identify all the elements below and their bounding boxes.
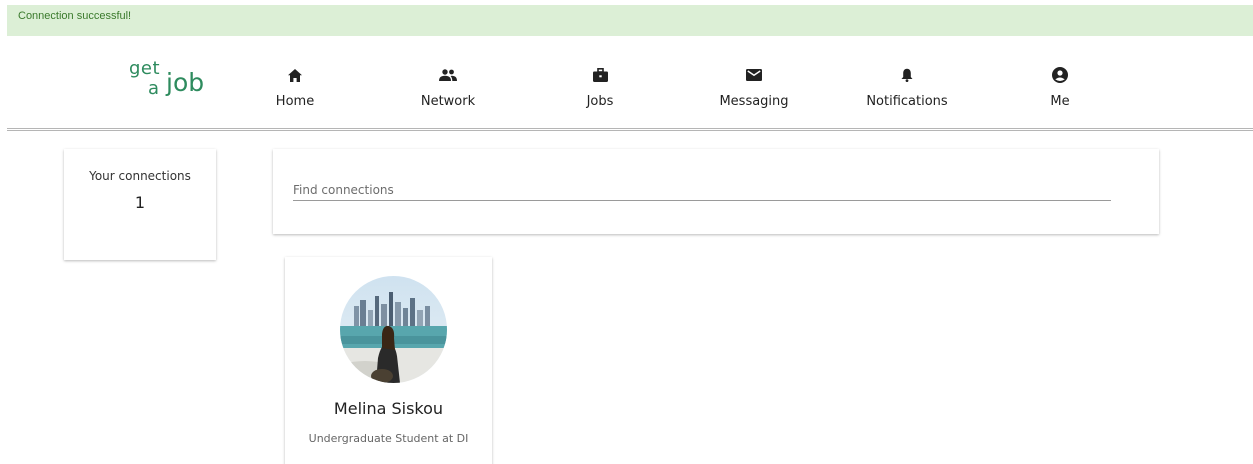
connections-title: Your connections [89,169,191,183]
success-alert: Connection successful! [7,5,1253,36]
nav-jobs-label: Jobs [586,94,614,109]
home-icon [240,66,350,84]
nav-me-label: Me [1050,94,1070,109]
logo-text-get: get [129,58,161,79]
nav-notifications-label: Notifications [866,94,948,109]
logo-text-job: job [166,68,205,97]
alert-message: Connection successful! [18,10,132,22]
header-divider [7,128,1253,131]
find-connections-input[interactable] [293,179,1111,201]
connections-count: 1 [134,193,146,212]
profile-title: Undergraduate Student at DI [308,432,469,445]
nav-jobs[interactable]: Jobs [545,66,655,109]
nav-me[interactable]: Me [1005,66,1115,109]
connection-card[interactable]: Melina Siskou Undergraduate Student at D… [285,257,492,464]
nav-network[interactable]: Network [393,66,503,109]
people-icon [393,66,503,84]
nav-notifications[interactable]: Notifications [852,66,962,109]
logo-text-a: a [148,78,160,99]
envelope-icon [699,66,809,84]
avatar[interactable] [340,276,447,383]
get-a-job-logo[interactable]: get a job [126,58,216,108]
nav-messaging-label: Messaging [719,94,789,109]
nav-messaging[interactable]: Messaging [699,66,809,109]
nav-home-label: Home [275,94,315,109]
briefcase-icon [545,66,655,84]
search-card [273,149,1159,234]
top-navbar: get a job Home Network Jobs Messaging No… [0,36,1253,132]
bell-icon [852,66,962,84]
nav-home[interactable]: Home [240,66,350,109]
nav-network-label: Network [420,94,476,109]
account-circle-icon [1005,66,1115,84]
profile-name[interactable]: Melina Siskou [285,399,492,418]
connections-summary-card: Your connections 1 [64,149,216,260]
